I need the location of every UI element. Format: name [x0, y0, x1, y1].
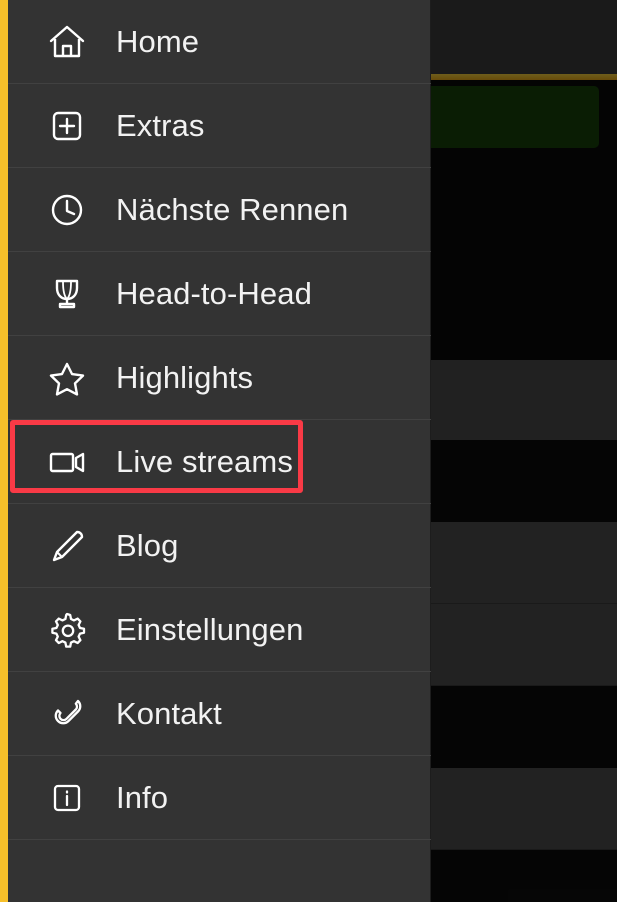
- sidebar-item-extras[interactable]: Extras: [8, 84, 431, 168]
- sidebar-item-home[interactable]: Home: [8, 0, 431, 84]
- sidebar-item-blog[interactable]: Blog: [8, 504, 431, 588]
- phone-icon: [44, 691, 90, 737]
- navigation-drawer: Home Extras Nächste Rennen Head-to-Head …: [0, 0, 431, 902]
- drawer-empty-space: [8, 840, 431, 902]
- app-root: Registrie JETZT IM PODCA DAS FINALE IN Z…: [0, 0, 617, 902]
- sidebar-item-label: Home: [116, 23, 200, 59]
- pen-icon: [44, 523, 90, 569]
- sidebar-item-label: Info: [116, 779, 169, 815]
- sidebar-item-label: Nächste Rennen: [116, 191, 349, 227]
- sidebar-item-live-streams[interactable]: Live streams: [8, 420, 431, 504]
- info-box-icon: [44, 775, 90, 821]
- sidebar-item-label: Blog: [116, 527, 179, 563]
- sidebar-item-naechste-rennen[interactable]: Nächste Rennen: [8, 168, 431, 252]
- video-camera-icon: [44, 439, 90, 485]
- drawer-menu: Home Extras Nächste Rennen Head-to-Head …: [8, 0, 431, 902]
- home-icon: [44, 19, 90, 65]
- sidebar-item-einstellungen[interactable]: Einstellungen: [8, 588, 431, 672]
- star-icon: [44, 355, 90, 401]
- plus-box-icon: [44, 103, 90, 149]
- sidebar-item-highlights[interactable]: Highlights: [8, 336, 431, 420]
- sidebar-item-label: Live streams: [116, 443, 293, 479]
- sidebar-item-kontakt[interactable]: Kontakt: [8, 672, 431, 756]
- sidebar-item-label: Extras: [116, 107, 205, 143]
- drawer-accent-stripe: [0, 0, 8, 902]
- trophy-icon: [44, 271, 90, 317]
- sidebar-item-label: Highlights: [116, 359, 254, 395]
- sidebar-item-head-to-head[interactable]: Head-to-Head: [8, 252, 431, 336]
- gear-icon: [44, 607, 90, 653]
- sidebar-item-label: Einstellungen: [116, 611, 304, 647]
- sidebar-item-label: Head-to-Head: [116, 275, 312, 311]
- clock-icon: [44, 187, 90, 233]
- sidebar-item-label: Kontakt: [116, 695, 222, 731]
- sidebar-item-info[interactable]: Info: [8, 756, 431, 840]
